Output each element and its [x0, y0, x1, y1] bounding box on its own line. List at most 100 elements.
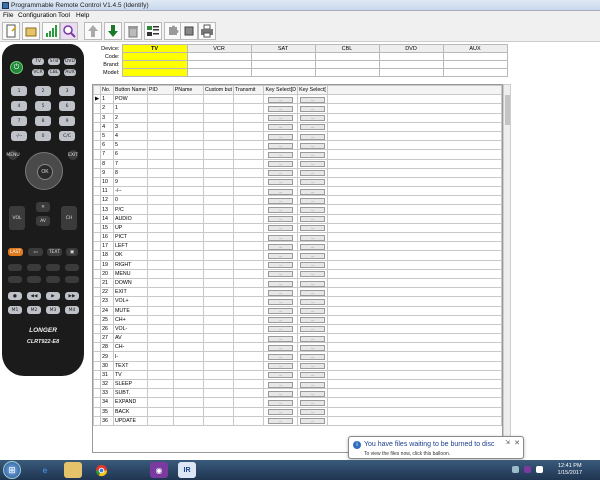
device-tab-tv[interactable]: TV [121, 44, 188, 53]
remote-num-0[interactable]: 0 [35, 131, 51, 141]
row-pid[interactable] [146, 130, 174, 142]
row-key-select-1[interactable]: ... [263, 130, 299, 142]
row-transmit[interactable] [233, 103, 265, 114]
table-row[interactable]: 20 MENU...... [93, 268, 502, 279]
row-number[interactable]: 24 [100, 305, 114, 316]
vcr-brand-field[interactable] [186, 60, 252, 69]
chip-icon[interactable] [180, 22, 198, 40]
row-pname[interactable] [172, 388, 204, 399]
row-transmit[interactable] [233, 149, 265, 160]
table-row[interactable]: 8 7...... [93, 158, 502, 169]
row-key-select-2[interactable]: ... [297, 415, 328, 426]
row-button-name[interactable]: -/-- [112, 186, 148, 197]
row-pname[interactable] [172, 360, 204, 371]
row-number[interactable]: 21 [100, 277, 114, 289]
pin-icon[interactable]: ⇲ [505, 439, 510, 446]
device-tab-sat[interactable]: SAT [250, 44, 316, 53]
row-key-select-2[interactable]: ... [297, 268, 328, 279]
table-row[interactable]: 29 I-...... [93, 351, 502, 362]
col-pname[interactable]: PName [172, 85, 204, 96]
key-select-button[interactable]: ... [299, 105, 325, 112]
row-button-name[interactable]: 8 [112, 167, 148, 178]
row-key-select-2[interactable]: ... [297, 323, 328, 335]
row-custom-button[interactable] [202, 259, 235, 270]
menu-help[interactable]: Help [76, 12, 89, 19]
row-custom-button[interactable] [202, 241, 235, 252]
row-custom-button[interactable] [202, 342, 235, 353]
key-select-button[interactable]: ... [268, 234, 294, 241]
row-transmit[interactable] [233, 222, 265, 234]
remote-last-button[interactable]: LAST [8, 248, 23, 256]
row-pid[interactable] [146, 378, 174, 390]
row-transmit[interactable] [233, 231, 265, 243]
table-row[interactable]: 13 P/C...... [93, 204, 502, 215]
row-pname[interactable] [172, 397, 204, 408]
row-pname[interactable] [172, 259, 204, 270]
row-pname[interactable] [172, 369, 204, 381]
row-key-select-2[interactable]: ... [297, 112, 328, 123]
row-transmit[interactable] [233, 213, 265, 224]
row-button-name[interactable]: BACK [112, 406, 148, 417]
row-key-select-1[interactable]: ... [263, 186, 299, 197]
row-number[interactable]: 4 [100, 121, 114, 132]
row-pid[interactable] [146, 149, 174, 160]
row-button-name[interactable]: POW [112, 94, 148, 105]
row-key-select-1[interactable]: ... [263, 259, 299, 270]
row-pname[interactable] [172, 305, 204, 316]
row-key-select-2[interactable]: ... [297, 388, 328, 399]
remote-dvd-button[interactable]: DVD [64, 58, 76, 65]
row-pid[interactable] [146, 397, 174, 408]
row-key-select-2[interactable]: ... [297, 121, 328, 132]
remote-func-button-4[interactable] [65, 264, 79, 271]
row-key-select-1[interactable]: ... [263, 140, 299, 151]
row-key-select-2[interactable]: ... [297, 305, 328, 316]
remote-cc-button[interactable]: C/C [59, 131, 75, 141]
key-select-button[interactable]: ... [299, 271, 325, 278]
row-pid[interactable] [146, 195, 174, 206]
row-transmit[interactable] [233, 121, 265, 132]
close-icon[interactable]: ✕ [514, 439, 520, 447]
open-icon[interactable] [22, 22, 40, 40]
row-pid[interactable] [146, 140, 174, 151]
row-number[interactable]: 25 [100, 314, 114, 325]
col-transmit[interactable]: Transmit [233, 85, 265, 96]
row-custom-button[interactable] [202, 149, 235, 160]
row-transmit[interactable] [233, 314, 265, 325]
tray-icon-1[interactable] [512, 466, 519, 473]
remote-app-icon[interactable]: IR [178, 462, 196, 478]
vcr-code-field[interactable] [186, 52, 252, 61]
row-number[interactable]: 29 [100, 351, 114, 362]
row-custom-button[interactable] [202, 94, 235, 105]
cbl-brand-field[interactable] [314, 60, 380, 69]
table-row[interactable]: 12 0...... [93, 195, 502, 206]
row-button-name[interactable]: 1 [112, 103, 148, 114]
row-key-select-1[interactable]: ... [263, 195, 299, 206]
remote-pip-button[interactable]: ▭ [28, 248, 43, 256]
table-row[interactable]: 11 -/--...... [93, 186, 502, 197]
key-select-button[interactable]: ... [299, 197, 325, 204]
row-custom-button[interactable] [202, 296, 235, 307]
row-custom-button[interactable] [202, 406, 235, 417]
row-custom-button[interactable] [202, 222, 235, 234]
row-custom-button[interactable] [202, 231, 235, 243]
row-key-select-1[interactable]: ... [263, 305, 299, 316]
row-key-select-2[interactable]: ... [297, 140, 328, 151]
col-button-name[interactable]: Button Name [112, 85, 148, 96]
device-tab-cbl[interactable]: CBL [314, 44, 380, 53]
row-number[interactable]: 12 [100, 195, 114, 206]
row-number[interactable]: 13 [100, 204, 114, 215]
media-icon[interactable]: ◉ [150, 462, 168, 478]
remote-func-button-1[interactable] [8, 264, 22, 271]
row-button-name[interactable]: TEXT [112, 360, 148, 371]
row-pname[interactable] [172, 406, 204, 417]
row-number[interactable]: 5 [100, 130, 114, 142]
row-pid[interactable] [146, 351, 174, 362]
sat-model-field[interactable] [250, 68, 316, 77]
row-custom-button[interactable] [202, 130, 235, 142]
row-pname[interactable] [172, 213, 204, 224]
row-transmit[interactable] [233, 397, 265, 408]
aux-brand-field[interactable] [442, 60, 508, 69]
row-custom-button[interactable] [202, 121, 235, 132]
remote-num-9[interactable]: 9 [59, 116, 75, 126]
remote-tv-button[interactable]: TV [32, 58, 44, 65]
